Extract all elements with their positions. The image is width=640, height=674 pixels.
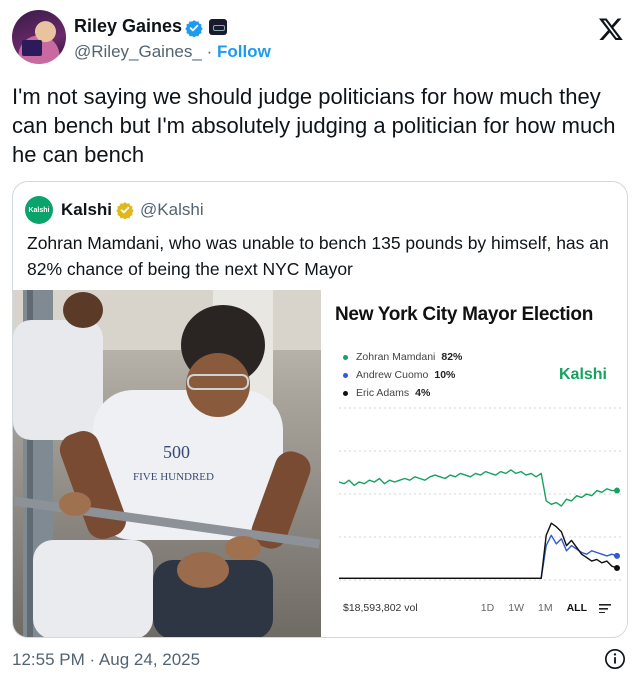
- quoted-author-handle[interactable]: @Kalshi: [140, 200, 204, 220]
- series-end-point: [614, 487, 620, 494]
- market-chart-panel[interactable]: New York City Mayor Election Zohran Mamd…: [321, 290, 628, 638]
- series-line-eric-adams: [339, 522, 618, 579]
- tweet-timestamp[interactable]: 12:55 PM · Aug 24, 2025: [12, 650, 200, 670]
- svg-text:500: 500: [163, 442, 190, 462]
- range-1m[interactable]: 1M: [538, 602, 553, 614]
- photo-illustration: 500 FIVE HUNDRED: [13, 290, 321, 637]
- series-line-zohran-mamdani: [338, 469, 617, 507]
- quoted-avatar[interactable]: Kalshi: [25, 196, 53, 224]
- tweet-text: I'm not saying we should judge politicia…: [12, 84, 616, 167]
- series-line-andrew-cuomo: [339, 534, 618, 579]
- quoted-tweet-text: Zohran Mamdani, who was unable to bench …: [27, 233, 609, 279]
- quoted-author-name[interactable]: Kalshi: [61, 200, 112, 220]
- bench-press-photo[interactable]: 500 FIVE HUNDRED: [13, 290, 321, 637]
- x-logo-icon[interactable]: [598, 16, 624, 42]
- tweet-header: Riley Gaines @Riley_Gaines_ · Follow: [12, 8, 628, 64]
- series-end-point: [614, 564, 620, 571]
- author-handle[interactable]: @Riley_Gaines_: [74, 42, 202, 61]
- time-range-selector: 1D 1W 1M ALL: [467, 602, 611, 614]
- avatar[interactable]: [12, 10, 66, 64]
- verified-badge-icon: [185, 20, 203, 37]
- line-chart[interactable]: [321, 290, 628, 638]
- range-1w[interactable]: 1W: [508, 602, 524, 614]
- author-name[interactable]: Riley Gaines: [74, 16, 182, 37]
- quoted-tweet[interactable]: Kalshi Kalshi @Kalshi Zohran Mamdani, wh…: [12, 181, 628, 638]
- gold-verified-badge-icon: [116, 202, 134, 219]
- separator: ·: [206, 42, 213, 61]
- range-all[interactable]: ALL: [567, 602, 587, 614]
- info-icon[interactable]: [604, 648, 626, 670]
- series-end-point: [614, 552, 620, 559]
- quoted-tweet-header: Kalshi Kalshi @Kalshi: [25, 196, 204, 224]
- author-handle-row: @Riley_Gaines_ · Follow: [74, 42, 271, 62]
- svg-text:FIVE HUNDRED: FIVE HUNDRED: [133, 471, 214, 483]
- range-1d[interactable]: 1D: [481, 602, 494, 614]
- follow-button[interactable]: Follow: [217, 42, 271, 61]
- volume-label: $18,593,802 vol: [343, 602, 418, 614]
- affiliation-badge-icon[interactable]: [209, 19, 227, 35]
- chart-settings-icon[interactable]: [599, 603, 611, 613]
